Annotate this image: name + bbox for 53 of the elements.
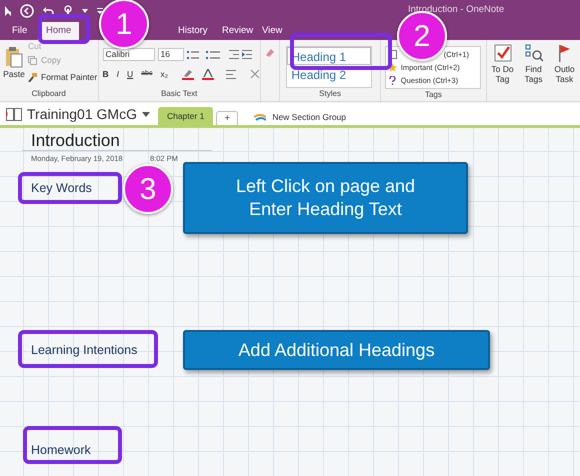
ribbon-tab[interactable]: History: [170, 22, 216, 40]
section-tab[interactable]: Chapter 1: [158, 107, 214, 125]
align-icon: [226, 70, 236, 79]
page-title: Introduction: [31, 130, 120, 152]
page-heading[interactable]: Key Words: [31, 179, 92, 198]
page-heading[interactable]: Learning Intentions: [31, 341, 138, 360]
checkmark-icon: [494, 44, 512, 62]
notebook-icon: [6, 108, 22, 120]
format-button[interactable]: B: [102, 68, 109, 81]
tag-tool-button[interactable]: Outlo Task: [549, 40, 580, 101]
copy-icon: [28, 56, 37, 65]
callout: Add Additional Headings: [183, 330, 490, 370]
clipboard-icon: [5, 46, 23, 68]
notebook-selector[interactable]: Training01 GMcG: [0, 103, 156, 125]
group-label: Styles: [318, 88, 342, 100]
add-section-button[interactable]: +: [216, 111, 238, 125]
new-section-group-button[interactable]: New Section Group: [254, 109, 346, 125]
star-icon: [388, 63, 397, 72]
undo-icon: [42, 5, 54, 17]
font-size-field[interactable]: 16: [158, 48, 184, 61]
back-icon: [20, 4, 34, 18]
section-group-icon: [254, 114, 266, 120]
callout: Left Click on page and Enter Heading Text: [183, 162, 468, 234]
dropdown-icon: [82, 9, 88, 13]
tag-tool-button[interactable]: Find Tags: [518, 40, 549, 101]
question-icon: [388, 76, 397, 85]
ribbon-tab[interactable]: File: [4, 22, 36, 40]
bullets-icon: [186, 50, 198, 60]
style-option[interactable]: Heading 2: [287, 65, 372, 83]
format-button[interactable]: U: [127, 68, 134, 81]
format-painter-button[interactable]: Format Painter: [28, 70, 98, 84]
group-label: Tags: [424, 89, 443, 101]
eraser-icon: [265, 48, 276, 58]
indent-icon: [242, 50, 252, 59]
pointer-icon: [4, 5, 12, 17]
format-button[interactable]: x₂: [160, 68, 168, 81]
caret-icon: [142, 112, 150, 116]
outdent-icon: [228, 50, 238, 59]
page-heading[interactable]: Homework: [31, 441, 91, 460]
group-label: Basic Text: [160, 88, 198, 100]
clear-formatting-icon: [250, 69, 260, 80]
highlight-icon: [182, 68, 194, 80]
group-label: Clipboard: [30, 88, 67, 100]
font-color-icon: [202, 68, 214, 80]
customize-icon: [96, 8, 104, 14]
font-field[interactable]: Calibri: [102, 48, 154, 61]
paste-button[interactable]: Paste: [0, 40, 28, 88]
highlight-frame: [38, 14, 90, 44]
format-button[interactable]: I: [116, 68, 120, 81]
tag-tool-button[interactable]: To Do Tag: [487, 40, 518, 101]
numbering-icon: [206, 50, 220, 60]
brush-icon: [28, 72, 37, 82]
magnifier-icon: [524, 44, 542, 62]
